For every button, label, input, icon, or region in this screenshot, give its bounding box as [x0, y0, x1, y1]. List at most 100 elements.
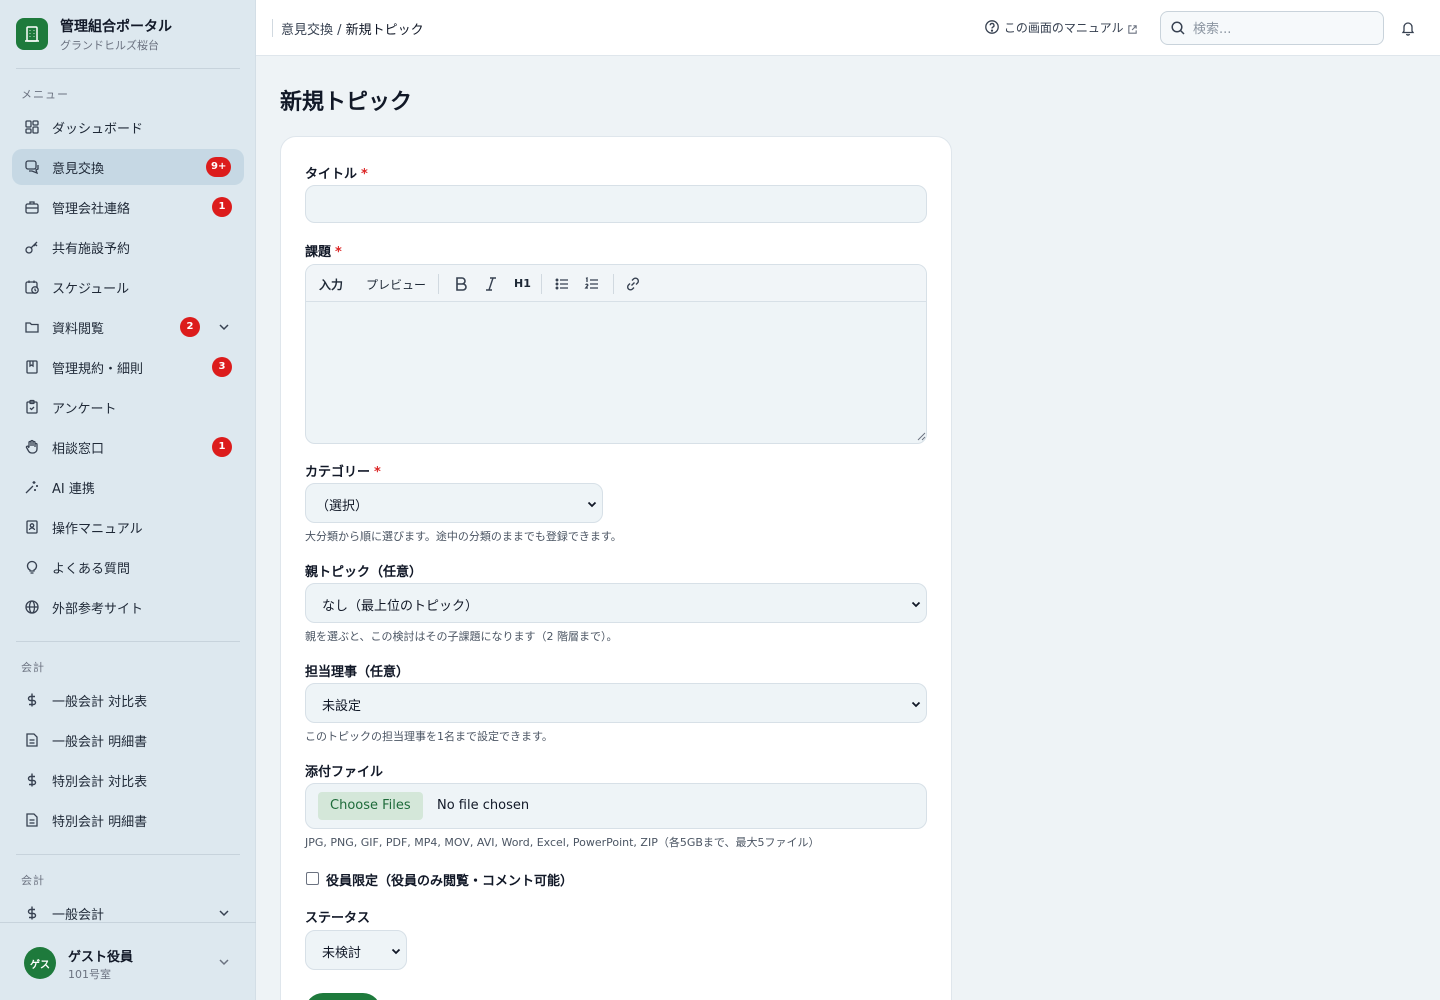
- count-badge: 9+: [206, 157, 232, 177]
- file-input[interactable]: Choose Files No file chosen: [305, 783, 927, 829]
- dashboard-icon: [25, 120, 39, 134]
- lightbulb-icon: [26, 560, 38, 574]
- divider: [272, 19, 273, 37]
- breadcrumb-separator: /: [333, 23, 346, 38]
- sidebar-item-general-statement[interactable]: 一般会計 明細書: [12, 722, 244, 758]
- sidebar-item-consultation[interactable]: 相談窓口 1: [12, 429, 244, 465]
- book-icon: [26, 360, 38, 374]
- link-icon[interactable]: [624, 275, 642, 293]
- italic-icon[interactable]: [482, 275, 500, 293]
- submit-button[interactable]: [305, 993, 381, 1000]
- officer-only-checkbox[interactable]: [306, 872, 319, 885]
- tab-preview[interactable]: プレビュー: [366, 276, 426, 293]
- choose-files-button[interactable]: Choose Files: [318, 792, 423, 820]
- chevron-down-icon: [391, 948, 401, 955]
- brand-subtitle: グランドヒルズ桜台: [60, 39, 159, 52]
- sidebar-item-survey[interactable]: アンケート: [12, 389, 244, 425]
- section-label-accounting-2: 会計: [21, 874, 45, 887]
- brand[interactable]: 管理組合ポータル グランドヒルズ桜台: [16, 16, 240, 56]
- divider: [16, 854, 240, 855]
- sidebar-item-ai[interactable]: AI 連携: [12, 469, 244, 505]
- body-label: 課題: [305, 245, 332, 260]
- bold-icon[interactable]: [452, 275, 470, 293]
- search-input[interactable]: [1193, 19, 1373, 39]
- director-select[interactable]: 未設定: [305, 683, 927, 723]
- hand-icon: [25, 439, 38, 454]
- sidebar-item-discussion[interactable]: 意見交換 9+: [12, 149, 244, 185]
- sidebar-item-documents[interactable]: 資料閲覧 2: [12, 309, 244, 345]
- title-field-label: タイトル *: [305, 163, 368, 182]
- manual-link[interactable]: この画面のマニュアル: [984, 19, 1138, 36]
- bullet-list-icon[interactable]: [553, 275, 571, 293]
- director-label: 担当理事（任意）: [305, 665, 410, 680]
- category-field-label: カテゴリー *: [305, 461, 381, 480]
- parent-topic-select[interactable]: なし（最上位のトピック）: [305, 583, 927, 623]
- numbered-list-icon[interactable]: [583, 275, 601, 293]
- chevron-down-icon[interactable]: [216, 905, 232, 921]
- sidebar-item-external-sites[interactable]: 外部参考サイト: [12, 589, 244, 625]
- sidebar-item-label: 一般会計 対比表: [52, 695, 148, 710]
- tab-input[interactable]: 入力: [319, 276, 343, 293]
- title-input[interactable]: [305, 185, 927, 223]
- parent-topic-value: なし（最上位のトピック）: [322, 599, 479, 614]
- file-status: No file chosen: [437, 798, 530, 813]
- breadcrumb-parent[interactable]: 意見交換: [281, 23, 333, 38]
- user-menu[interactable]: ゲス ゲスト役員 101号室: [0, 922, 256, 1000]
- chevron-down-icon[interactable]: [216, 319, 232, 335]
- director-help: このトピックの担当理事を1名まで設定できます。: [305, 730, 553, 743]
- sidebar-item-label: 管理規約・細則: [52, 362, 144, 377]
- chevron-down-icon: [911, 701, 921, 708]
- dollar-icon: [27, 906, 37, 920]
- sidebar: 管理組合ポータル グランドヒルズ桜台 メニュー ダッシュボード 意見交換 9+ …: [0, 0, 256, 1000]
- section-label-menu: メニュー: [21, 88, 69, 101]
- chevron-down-icon: [911, 601, 921, 608]
- required-mark: *: [335, 245, 342, 260]
- resize-handle-icon[interactable]: [916, 431, 926, 441]
- sidebar-item-faq[interactable]: よくある質問: [12, 549, 244, 585]
- user-name: ゲスト役員: [68, 950, 134, 965]
- sidebar-item-schedule[interactable]: スケジュール: [12, 269, 244, 305]
- sidebar-item-special-statement[interactable]: 特別会計 明細書: [12, 802, 244, 838]
- chevron-down-icon[interactable]: [216, 954, 232, 970]
- globe-icon: [25, 600, 39, 614]
- sidebar-item-special-comparison[interactable]: 特別会計 対比表: [12, 762, 244, 798]
- sidebar-item-label: 意見交換: [52, 162, 105, 177]
- key-icon: [25, 241, 38, 254]
- avatar: ゲス: [24, 947, 56, 979]
- breadcrumb: 意見交換 / 新規トピック: [281, 19, 424, 38]
- sidebar-item-label: 管理会社連絡: [52, 202, 131, 217]
- topbar: 意見交換 / 新規トピック この画面のマニュアル: [256, 0, 1440, 56]
- bell-icon[interactable]: [1400, 20, 1416, 36]
- document-icon: [26, 813, 38, 827]
- sidebar-item-label: ダッシュボード: [52, 122, 144, 137]
- sidebar-item-label: 一般会計 明細書: [52, 735, 148, 750]
- heading-button[interactable]: H1: [514, 277, 531, 290]
- sidebar-item-management-contact[interactable]: 管理会社連絡 1: [12, 189, 244, 225]
- toolbar-divider: [541, 274, 542, 294]
- body-field-label: 課題 *: [305, 241, 342, 260]
- breadcrumb-current: 新規トピック: [345, 23, 424, 38]
- status-select[interactable]: 未検討: [305, 930, 407, 970]
- sidebar-item-facility-booking[interactable]: 共有施設予約: [12, 229, 244, 265]
- officer-only-label[interactable]: 役員限定（役員のみ閲覧・コメント可能）: [326, 870, 573, 889]
- category-select[interactable]: （選択）: [305, 483, 603, 523]
- sidebar-item-dashboard[interactable]: ダッシュボード: [12, 109, 244, 145]
- sidebar-item-label: よくある質問: [52, 562, 131, 577]
- sidebar-item-label: 相談窓口: [52, 442, 105, 457]
- section-label-accounting: 会計: [21, 661, 45, 674]
- editor-toolbar: 入力 プレビュー H1: [306, 265, 926, 302]
- search-box[interactable]: [1160, 11, 1384, 45]
- dollar-icon: [27, 773, 37, 787]
- body-textarea[interactable]: [306, 302, 926, 443]
- required-mark: *: [374, 465, 381, 480]
- topic-form: タイトル * 課題 * 入力 プレビュー H1 カテゴリー * （選択） 大分類から順…: [280, 136, 952, 1000]
- sidebar-item-general-comparison[interactable]: 一般会計 対比表: [12, 682, 244, 718]
- sidebar-item-bylaws[interactable]: 管理規約・細則 3: [12, 349, 244, 385]
- sparkle-icon: [25, 481, 38, 494]
- manual-link-label: この画面のマニュアル: [1003, 21, 1124, 35]
- building-logo-icon: [16, 18, 48, 50]
- toolbar-divider: [438, 274, 439, 294]
- sidebar-item-label: スケジュール: [52, 282, 130, 297]
- sidebar-item-manual[interactable]: 操作マニュアル: [12, 509, 244, 545]
- required-mark: *: [361, 167, 368, 182]
